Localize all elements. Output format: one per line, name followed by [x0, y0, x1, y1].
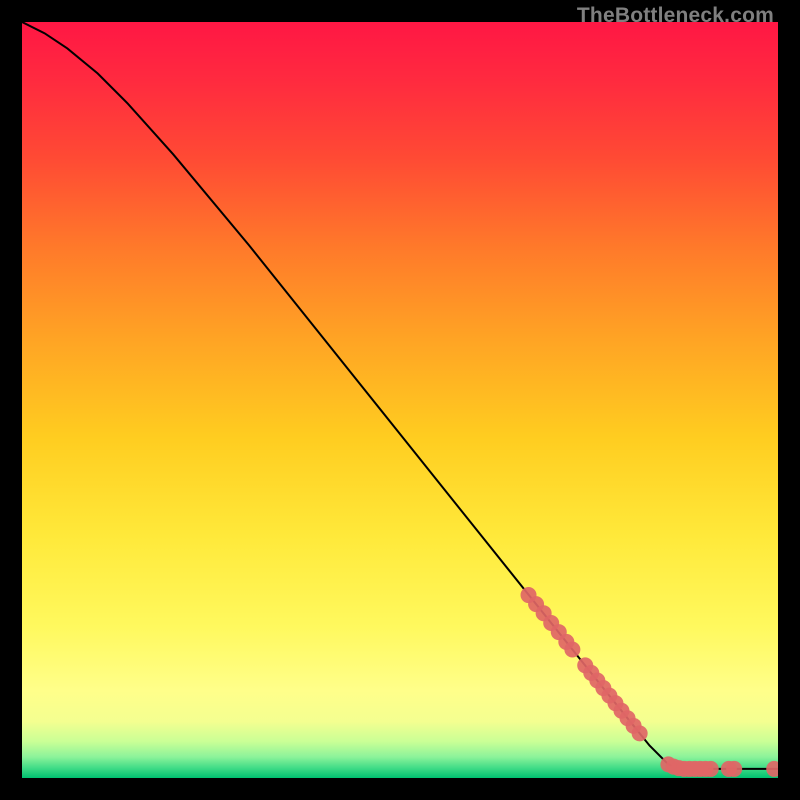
gradient-background: [22, 22, 778, 778]
data-marker: [564, 641, 580, 657]
chart-plot-area: [22, 22, 778, 778]
chart-svg: [22, 22, 778, 778]
data-marker: [726, 761, 742, 777]
data-marker: [632, 725, 648, 741]
data-marker: [703, 761, 719, 777]
